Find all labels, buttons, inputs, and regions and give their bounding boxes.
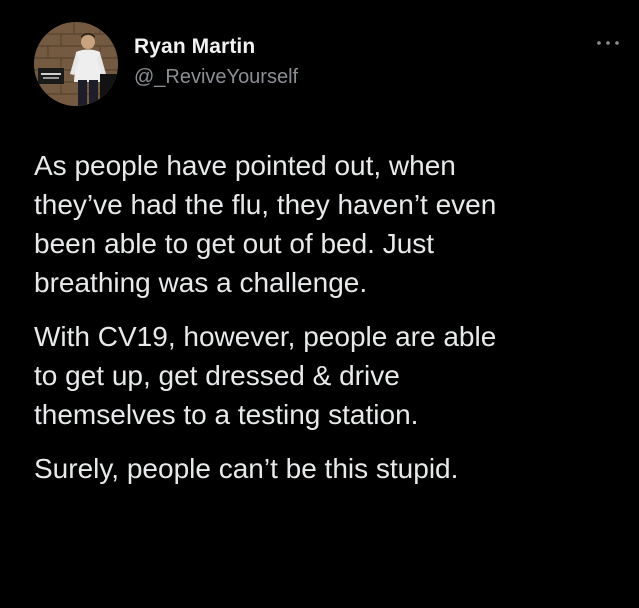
- author-handle[interactable]: @_ReviveYourself: [134, 66, 298, 89]
- tweet-paragraph: Surely, people can’t be this stupid.: [34, 449, 624, 488]
- text-line: been able to get out of bed. Just: [34, 228, 435, 259]
- text-line: they’ve had the flu, they haven’t even: [34, 189, 497, 220]
- tweet-paragraph: With CV19, however, people are able to g…: [34, 317, 624, 434]
- author-avatar[interactable]: [34, 22, 118, 106]
- more-options-button[interactable]: [595, 36, 621, 50]
- tweet-card: Ryan Martin @_ReviveYourself As people h…: [0, 0, 639, 608]
- avatar-image: [34, 22, 118, 106]
- text-line: themselves to a testing station.: [34, 399, 419, 430]
- text-line: Surely, people can’t be this stupid.: [34, 453, 459, 484]
- ellipsis-icon: [597, 41, 619, 45]
- text-line: breathing was a challenge.: [34, 267, 368, 298]
- tweet-paragraph: As people have pointed out, when they’ve…: [34, 146, 624, 302]
- tweet-text: As people have pointed out, when they’ve…: [34, 146, 624, 488]
- author-display-name[interactable]: Ryan Martin: [134, 35, 255, 59]
- text-line: With CV19, however, people are able: [34, 321, 497, 352]
- text-line: As people have pointed out, when: [34, 150, 456, 181]
- text-line: to get up, get dressed & drive: [34, 360, 400, 391]
